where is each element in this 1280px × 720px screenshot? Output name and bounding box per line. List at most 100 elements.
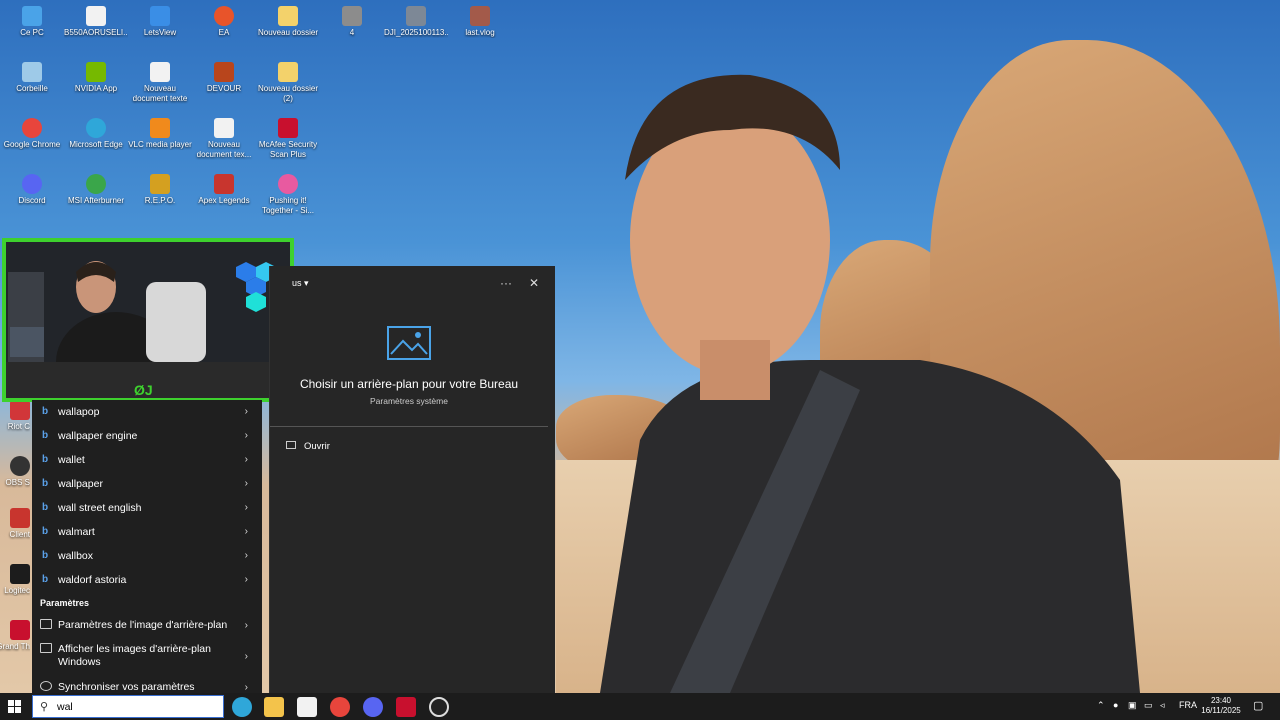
gta-icon bbox=[10, 620, 30, 640]
more-options-button[interactable]: ··· bbox=[500, 276, 512, 290]
folder-icon bbox=[278, 62, 298, 82]
chevron-right-icon: › bbox=[244, 478, 248, 489]
clock-date: 16/11/2025 bbox=[1201, 706, 1241, 715]
taskbar-search-box[interactable]: ⚲ bbox=[32, 695, 224, 718]
nvidia-icon bbox=[86, 62, 106, 82]
discord-icon bbox=[22, 174, 42, 194]
mcafee-icon bbox=[278, 118, 298, 138]
desktop-icon-discord[interactable]: Discord bbox=[0, 174, 64, 206]
obs-icon[interactable] bbox=[429, 697, 449, 717]
chevron-right-icon: › bbox=[244, 651, 248, 662]
desktop-icon-partial-gta[interactable]: Grand Th bbox=[0, 620, 30, 652]
store-icon[interactable] bbox=[297, 697, 317, 717]
setting-show-windows-wallpapers[interactable]: Afficher les images d'arrière-plan Windo… bbox=[32, 643, 262, 669]
microphone-icon[interactable]: ● bbox=[1113, 700, 1118, 710]
desktop-icon-dji[interactable]: DJI_2025100113... bbox=[384, 6, 448, 38]
clock-time: 23:40 bbox=[1210, 696, 1232, 705]
desktop-icon-last-vlog[interactable]: last.vlog bbox=[448, 6, 512, 38]
suggestion-wall-street-english[interactable]: b wall street english › bbox=[32, 496, 262, 520]
suggestion-wallapop[interactable]: b wallapop › bbox=[32, 400, 262, 424]
desktop-icon-pushing-it[interactable]: Pushing it! Together - Si... bbox=[256, 174, 320, 216]
taskbar: ⚲ ⌃ ● ▣ ▭ ◃ FRA 23:40 16/11/2025 ▢ bbox=[0, 693, 1280, 720]
desktop-icon-nouveau-document[interactable]: Nouveau document texte bbox=[128, 62, 192, 104]
file-explorer-icon[interactable] bbox=[264, 697, 284, 717]
recycle-bin-icon bbox=[22, 62, 42, 82]
search-input[interactable] bbox=[57, 699, 217, 715]
windows-logo-icon bbox=[8, 700, 22, 713]
desktop-icon-partial-client[interactable]: Client bbox=[0, 508, 30, 540]
desktop-icon-partial-obs[interactable]: OBS S bbox=[0, 456, 30, 488]
file-icon bbox=[86, 6, 106, 26]
desktop-icon-nouveau-document-2[interactable]: Nouveau document tex... bbox=[192, 118, 256, 160]
sync-icon bbox=[40, 681, 52, 691]
camera-icon[interactable]: ▣ bbox=[1128, 700, 1137, 711]
webcam-overlay: ØJ bbox=[2, 238, 294, 402]
notifications-icon[interactable]: ▢ bbox=[1253, 699, 1263, 712]
apex-icon bbox=[214, 174, 234, 194]
suggestion-walmart[interactable]: b walmart › bbox=[32, 520, 262, 544]
search-detail-pane: us ▾ ··· ✕ Choisir un arrière-plan pour … bbox=[269, 266, 555, 693]
wallpaper-person bbox=[600, 74, 1140, 693]
suggestion-wallpaper-engine[interactable]: b wallpaper engine › bbox=[32, 424, 262, 448]
text-file-icon bbox=[214, 118, 234, 138]
voicemod-icon[interactable] bbox=[396, 697, 416, 717]
devour-icon bbox=[214, 62, 234, 82]
suggestion-wallet[interactable]: b wallet › bbox=[32, 448, 262, 472]
detail-subtitle: Paramètres système bbox=[370, 396, 448, 406]
results-dropdown[interactable]: us ▾ bbox=[292, 278, 309, 289]
client-icon bbox=[10, 508, 30, 528]
language-indicator[interactable]: FRA bbox=[1179, 700, 1197, 710]
edge-icon[interactable] bbox=[232, 697, 252, 717]
desktop-icon-corbeille[interactable]: Corbeille bbox=[0, 62, 64, 94]
suggestion-wallbox[interactable]: b wallbox › bbox=[32, 544, 262, 568]
open-action[interactable]: Ouvrir bbox=[286, 441, 330, 452]
suggestion-wallpaper[interactable]: b wallpaper › bbox=[32, 472, 262, 496]
suggestion-waldorf-astoria[interactable]: b waldorf astoria › bbox=[32, 568, 262, 592]
desktop-icon-chrome[interactable]: Google Chrome bbox=[0, 118, 64, 150]
desktop-icon-vlc[interactable]: VLC media player bbox=[128, 118, 192, 150]
desktop-icon-ce-pc[interactable]: Ce PC bbox=[0, 6, 64, 38]
desktop-icon-b550[interactable]: B550AORUSELI... bbox=[64, 6, 128, 38]
obs-icon bbox=[10, 456, 30, 476]
discord-icon[interactable] bbox=[363, 697, 383, 717]
repo-icon bbox=[150, 174, 170, 194]
chevron-right-icon: › bbox=[244, 502, 248, 513]
desktop-icon-4[interactable]: 4 bbox=[320, 6, 384, 38]
text-file-icon bbox=[150, 62, 170, 82]
detail-title: Choisir un arrière-plan pour votre Burea… bbox=[299, 377, 519, 391]
desktop-icon-letsview[interactable]: LetsView bbox=[128, 6, 192, 38]
letsview-icon bbox=[150, 6, 170, 26]
network-icon[interactable]: ▭ bbox=[1144, 700, 1153, 711]
bing-icon: b bbox=[42, 406, 49, 417]
edge-icon bbox=[86, 118, 106, 138]
volume-icon[interactable]: ◃ bbox=[1160, 700, 1165, 711]
desktop-icon-nouveau-dossier-2[interactable]: Nouveau dossier (2) bbox=[256, 62, 320, 104]
desktop-icon-devour[interactable]: DEVOUR bbox=[192, 62, 256, 94]
close-button[interactable]: ✕ bbox=[529, 276, 539, 290]
desktop-icon-nvidia[interactable]: NVIDIA App bbox=[64, 62, 128, 94]
chrome-icon[interactable] bbox=[330, 697, 350, 717]
desktop-icon-msi-afterburner[interactable]: MSI Afterburner bbox=[64, 174, 128, 206]
webcam-scene bbox=[6, 242, 290, 398]
chevron-right-icon: › bbox=[244, 550, 248, 561]
setting-wallpaper-image[interactable]: Paramètres de l'image d'arrière-plan › bbox=[32, 619, 262, 632]
desktop-icon-partial-riot[interactable]: Riot C bbox=[0, 400, 30, 432]
bing-icon: b bbox=[42, 502, 49, 513]
desktop-icon-edge[interactable]: Microsoft Edge bbox=[64, 118, 128, 150]
afterburner-icon bbox=[86, 174, 106, 194]
desktop-icon-apex[interactable]: Apex Legends bbox=[192, 174, 256, 206]
chevron-up-icon[interactable]: ⌃ bbox=[1097, 700, 1105, 711]
image-icon bbox=[406, 6, 426, 26]
chevron-right-icon: › bbox=[244, 574, 248, 585]
desktop-icon-partial-logitech[interactable]: Logitec bbox=[0, 564, 30, 596]
search-icon: ⚲ bbox=[40, 701, 49, 713]
bing-icon: b bbox=[42, 478, 49, 489]
desktop-icon-ea[interactable]: EA bbox=[192, 6, 256, 38]
chevron-right-icon: › bbox=[244, 430, 248, 441]
start-button[interactable] bbox=[8, 700, 22, 714]
open-icon bbox=[286, 441, 296, 449]
clock[interactable]: 23:40 16/11/2025 bbox=[1200, 696, 1242, 716]
desktop-icon-nouveau-dossier[interactable]: Nouveau dossier bbox=[256, 6, 320, 38]
desktop-icon-mcafee[interactable]: McAfee Security Scan Plus bbox=[256, 118, 320, 160]
desktop-icon-repo[interactable]: R.E.P.O. bbox=[128, 174, 192, 206]
